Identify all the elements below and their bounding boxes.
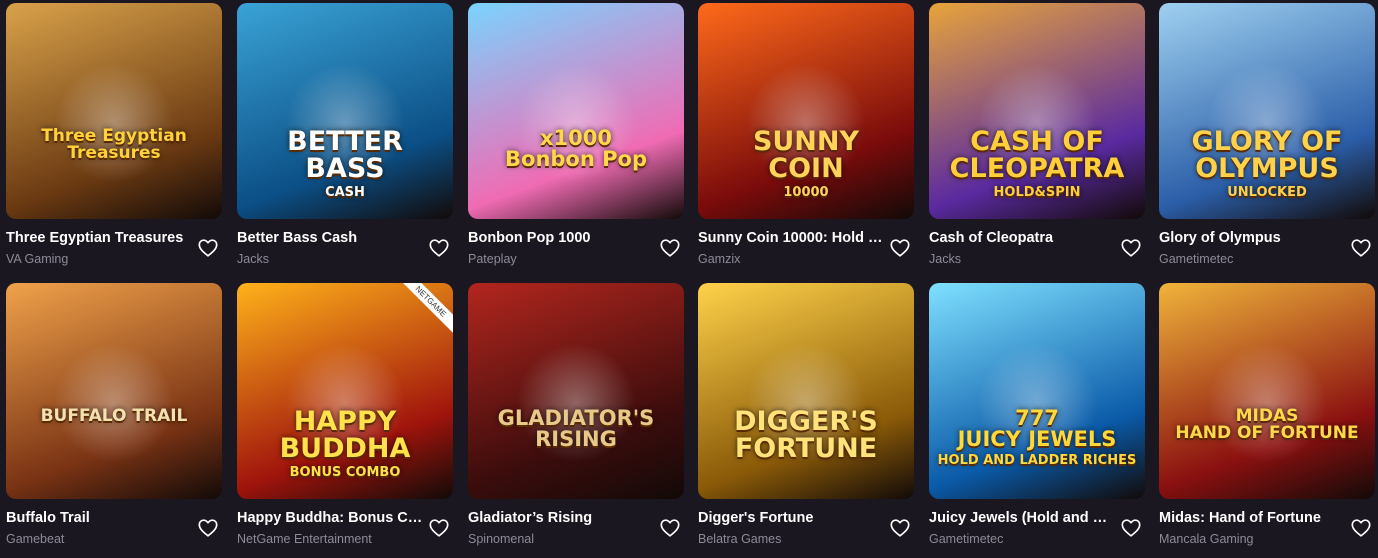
- game-grid: Three Egyptian Treasures Three Egyptian Tr…: [0, 0, 1378, 558]
- game-logo-art: 777 JUICY JEWELS HOLD AND LADDER RICHES: [937, 408, 1137, 469]
- favorite-heart-icon[interactable]: [889, 237, 911, 259]
- favorite-heart-icon[interactable]: [889, 517, 911, 539]
- game-card[interactable]: MIDAS HAND OF FORTUNE Midas: Hand of Fortu…: [1159, 283, 1375, 553]
- logo-line: HOLD&SPIN: [993, 185, 1081, 201]
- logo-line: FORTUNE: [734, 433, 878, 465]
- game-provider: Spinomenal: [468, 532, 535, 546]
- game-title[interactable]: Midas: Hand of Fortune: [1159, 510, 1345, 526]
- game-provider: NetGame Entertainment: [237, 532, 372, 546]
- logo-line: BUFFALO TRAIL: [40, 406, 188, 427]
- game-logo-art: MIDAS HAND OF FORTUNE: [1167, 408, 1367, 446]
- game-card[interactable]: 777 JUICY JEWELS HOLD AND LADDER RICHES Jui…: [929, 283, 1145, 553]
- logo-line: CLEOPATRA: [949, 153, 1125, 185]
- game-thumbnail[interactable]: CASH OF CLEOPATRA HOLD&SPIN: [929, 3, 1145, 219]
- logo-line: SUNNY: [752, 126, 860, 158]
- thumbnail-glow: [54, 343, 174, 464]
- game-provider: Gametimetec: [1159, 252, 1234, 266]
- logo-line: BUDDHA: [279, 433, 411, 465]
- logo-line: BETTER: [287, 126, 403, 158]
- game-title[interactable]: Cash of Cleopatra: [929, 230, 1115, 246]
- game-thumbnail[interactable]: HAPPY BUDDHA BONUS COMBO NETGAME: [237, 283, 453, 499]
- game-logo-art: HAPPY BUDDHA BONUS COMBO: [245, 408, 445, 479]
- logo-line: CASH: [325, 185, 365, 201]
- game-thumbnail[interactable]: x1000 Bonbon Pop: [468, 3, 684, 219]
- logo-line: JUICY JEWELS: [957, 427, 1117, 452]
- favorite-heart-icon[interactable]: [659, 237, 681, 259]
- logo-line: RISING: [535, 427, 617, 452]
- favorite-heart-icon[interactable]: [197, 517, 219, 539]
- favorite-heart-icon[interactable]: [428, 517, 450, 539]
- game-provider: Gamebeat: [6, 532, 65, 546]
- game-title[interactable]: Better Bass Cash: [237, 230, 423, 246]
- favorite-heart-icon[interactable]: [197, 237, 219, 259]
- game-logo-art: DIGGER'S FORTUNE: [706, 408, 906, 466]
- logo-line: UNLOCKED: [1227, 185, 1307, 201]
- game-logo-art: x1000 Bonbon Pop: [476, 128, 676, 174]
- favorite-heart-icon[interactable]: [1120, 517, 1142, 539]
- logo-line: Bonbon Pop: [505, 147, 647, 172]
- logo-line: BASS: [305, 153, 385, 185]
- logo-line: CASH OF: [970, 126, 1104, 158]
- game-title[interactable]: Happy Buddha: Bonus Combo: [237, 510, 423, 526]
- logo-line: 10000: [783, 185, 829, 201]
- game-provider: Pateplay: [468, 252, 517, 266]
- logo-line: Treasures: [67, 143, 161, 164]
- game-provider: Jacks: [237, 252, 269, 266]
- game-logo-art: SUNNY COIN 10000: [706, 128, 906, 199]
- game-provider: Belatra Games: [698, 532, 782, 546]
- favorite-heart-icon[interactable]: [1350, 517, 1372, 539]
- game-thumbnail[interactable]: BUFFALO TRAIL: [6, 283, 222, 499]
- game-card[interactable]: BUFFALO TRAIL Buffalo Trail Gamebeat: [6, 283, 222, 553]
- game-card[interactable]: SUNNYCOIN10000 Sunny Coin 10000: Hold The…: [698, 3, 914, 273]
- game-card[interactable]: DIGGER'S FORTUNE Digger's Fortune Belatra G…: [698, 283, 914, 553]
- game-title[interactable]: Digger's Fortune: [698, 510, 884, 526]
- game-provider: Mancala Gaming: [1159, 532, 1254, 546]
- logo-line: HAND OF FORTUNE: [1175, 423, 1359, 444]
- game-card[interactable]: GLADIATOR'S RISING Gladiator’s Rising Spino…: [468, 283, 684, 553]
- game-title[interactable]: Bonbon Pop 1000: [468, 230, 654, 246]
- game-title[interactable]: Sunny Coin 10000: Hold The Spin: [698, 230, 884, 246]
- game-thumbnail[interactable]: 777 JUICY JEWELS HOLD AND LADDER RICHES: [929, 283, 1145, 499]
- game-thumbnail[interactable]: DIGGER'S FORTUNE: [698, 283, 914, 499]
- game-logo-art: CASH OF CLEOPATRA HOLD&SPIN: [937, 128, 1137, 199]
- favorite-heart-icon[interactable]: [1350, 237, 1372, 259]
- logo-line: GLORY OF: [1191, 126, 1343, 158]
- game-title[interactable]: Gladiator’s Rising: [468, 510, 654, 526]
- game-provider: Jacks: [929, 252, 961, 266]
- favorite-heart-icon[interactable]: [428, 237, 450, 259]
- game-thumbnail[interactable]: BETTER BASS CASH: [237, 3, 453, 219]
- favorite-heart-icon[interactable]: [659, 517, 681, 539]
- logo-line: HAPPY: [293, 406, 397, 438]
- game-title[interactable]: Three Egyptian Treasures: [6, 230, 192, 246]
- game-logo-art: BETTER BASS CASH: [245, 128, 445, 199]
- logo-line: COIN: [768, 153, 844, 185]
- game-logo-art: GLADIATOR'S RISING: [476, 408, 676, 454]
- game-thumbnail[interactable]: MIDAS HAND OF FORTUNE: [1159, 283, 1375, 499]
- game-logo-art: GLORY OF OLYMPUS UNLOCKED: [1167, 128, 1367, 199]
- favorite-heart-icon[interactable]: [1120, 237, 1142, 259]
- logo-line: DIGGER'S: [734, 406, 878, 438]
- game-thumbnail[interactable]: Three Egyptian Treasures: [6, 3, 222, 219]
- game-logo-art: Three Egyptian Treasures: [14, 128, 214, 166]
- game-card[interactable]: HAPPY BUDDHA BONUS COMBO NETGAME Happy Buddh…: [237, 283, 453, 553]
- game-provider: Gamzix: [698, 252, 741, 266]
- game-title[interactable]: Buffalo Trail: [6, 510, 192, 526]
- game-card[interactable]: x1000 Bonbon Pop Bonbon Pop 1000 Pateplay: [468, 3, 684, 273]
- game-provider: Gametimetec: [929, 532, 1004, 546]
- game-card[interactable]: CASH OF CLEOPATRA HOLD&SPIN Cash of Cleopat…: [929, 3, 1145, 273]
- game-logo-art: BUFFALO TRAIL: [14, 408, 214, 429]
- logo-line: OLYMPUS: [1195, 153, 1339, 185]
- logo-line: BONUS COMBO: [289, 465, 401, 481]
- game-thumbnail[interactable]: GLORY OF OLYMPUS UNLOCKED: [1159, 3, 1375, 219]
- game-thumbnail[interactable]: GLADIATOR'S RISING: [468, 283, 684, 499]
- game-thumbnail[interactable]: SUNNY COIN 10000: [698, 3, 914, 219]
- game-title[interactable]: Glory of Olympus: [1159, 230, 1345, 246]
- game-provider: VA Gaming: [6, 252, 69, 266]
- game-title[interactable]: Juicy Jewels (Hold and Ladder Riches): [929, 510, 1115, 526]
- logo-line: HOLD AND LADDER RICHES: [937, 453, 1137, 469]
- game-card[interactable]: BETTER BASS CASH Better Bass Cash Jacks: [237, 3, 453, 273]
- game-card[interactable]: Three Egyptian Treasures Three Egyptian Tr…: [6, 3, 222, 273]
- game-card[interactable]: GLORY OF OLYMPUS UNLOCKED Glory of Olympus G…: [1159, 3, 1375, 273]
